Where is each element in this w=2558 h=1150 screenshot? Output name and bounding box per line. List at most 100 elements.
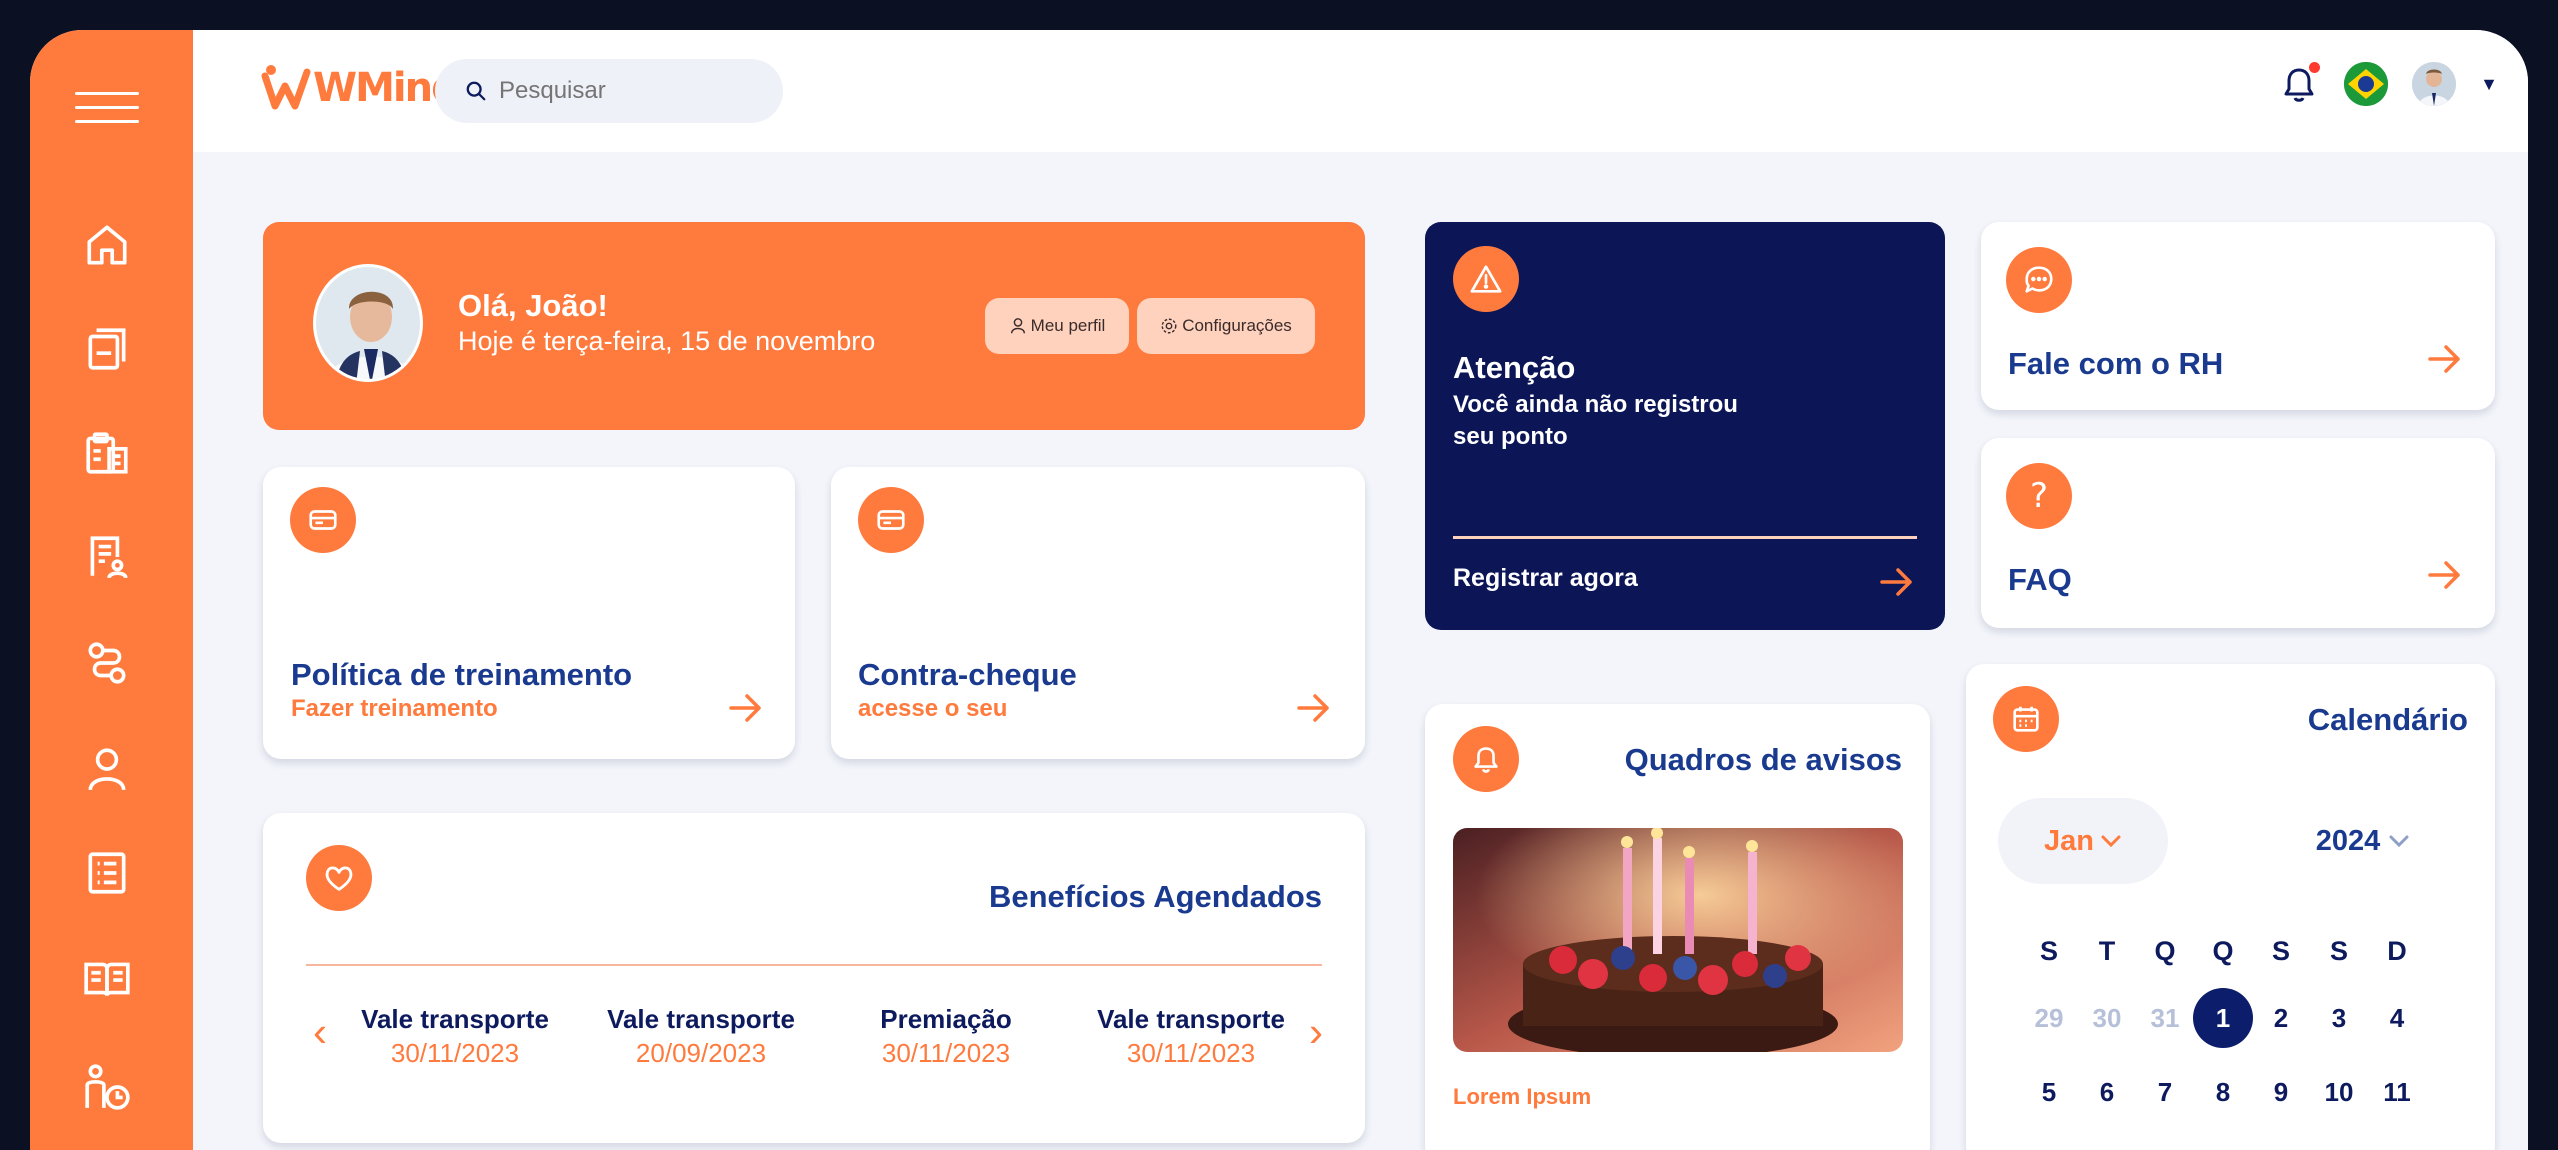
weekday-label: D xyxy=(2387,936,2407,966)
weekday-label: S xyxy=(2271,936,2290,966)
documents-icon[interactable] xyxy=(80,322,134,376)
register-now-link[interactable]: Registrar agora xyxy=(1453,564,1638,593)
logo[interactable]: WMind xyxy=(261,58,460,118)
notice-board-title: Quadros de avisos xyxy=(1624,742,1902,777)
card-subtitle: Fazer treinamento xyxy=(291,695,498,722)
calendar-title: Calendário xyxy=(2307,702,2468,737)
calendar-day[interactable]: 6 xyxy=(2077,1062,2137,1122)
arrow-right-icon[interactable] xyxy=(1297,693,1331,723)
current-date: Hoje é terça-feira, 15 de novembro xyxy=(458,326,876,356)
training-policy-card[interactable]: Política de treinamento Fazer treinament… xyxy=(263,467,795,759)
calendar-day[interactable]: 31 xyxy=(2135,988,2195,1048)
year-value: 2024 xyxy=(2315,824,2381,857)
weekday-label: T xyxy=(2098,936,2116,966)
calendar-icon xyxy=(1993,686,2059,752)
notifications-button[interactable] xyxy=(2278,62,2321,106)
search-input[interactable] xyxy=(499,77,749,105)
arrow-right-icon[interactable] xyxy=(729,693,763,723)
home-icon[interactable] xyxy=(80,218,134,272)
weekday-label: Q xyxy=(2212,936,2234,966)
chat-icon xyxy=(2006,247,2072,313)
card-title: Política de treinamento xyxy=(291,657,633,692)
brazil-flag-icon[interactable] xyxy=(2344,62,2389,106)
benefit-item[interactable]: Vale transporte 30/11/2023 xyxy=(345,1004,565,1069)
card-subtitle: acesse o seu xyxy=(858,695,1008,722)
bell-icon xyxy=(1453,726,1519,792)
sidebar xyxy=(30,30,193,1150)
calendar-day[interactable]: 10 xyxy=(2309,1062,2369,1122)
divider xyxy=(1453,536,1917,539)
welcome-banner: Olá, João! Hoje é terça-feira, 15 de nov… xyxy=(263,222,1365,430)
gear-icon xyxy=(1161,318,1177,334)
faq-title: FAQ xyxy=(2008,562,2072,597)
calendar-day[interactable]: 30 xyxy=(2077,988,2137,1048)
year-select[interactable]: 2024 xyxy=(2288,798,2438,884)
benefit-name: Premiação xyxy=(880,1004,1012,1034)
weekday-label: S xyxy=(2039,936,2058,966)
menu-icon[interactable] xyxy=(75,92,139,126)
birthday-cake-image[interactable] xyxy=(1453,828,1903,1052)
calendar-day[interactable]: 11 xyxy=(2367,1062,2427,1122)
calendar-day[interactable]: 2 xyxy=(2251,988,2311,1048)
benefit-date: 30/11/2023 xyxy=(390,1038,520,1068)
payslip-card[interactable]: Contra-cheque acesse o seu xyxy=(831,467,1365,759)
book-icon[interactable] xyxy=(80,952,134,1006)
top-right-controls: ▼ xyxy=(2278,62,2498,106)
report-user-icon[interactable] xyxy=(80,530,134,584)
calendar-day[interactable]: 9 xyxy=(2251,1062,2311,1122)
chevron-right-icon[interactable]: › xyxy=(1309,1008,1323,1056)
chevron-left-icon[interactable]: ‹ xyxy=(313,1008,327,1056)
calendar-day[interactable]: 29 xyxy=(2019,988,2079,1048)
user-avatar[interactable] xyxy=(2412,62,2457,106)
benefit-date: 30/11/2023 xyxy=(1126,1038,1256,1068)
notice-preview[interactable]: Lorem Ipsum xyxy=(1453,1084,1591,1110)
divider xyxy=(306,964,1322,966)
benefit-item[interactable]: Vale transporte 20/09/2023 xyxy=(591,1004,811,1069)
card-icon xyxy=(290,487,356,553)
benefit-item[interactable]: Premiação 30/11/2023 xyxy=(836,1004,1056,1069)
arrow-right-icon[interactable] xyxy=(2428,344,2462,374)
arrow-right-icon[interactable] xyxy=(2428,560,2462,590)
settings-button[interactable]: Configurações xyxy=(1137,298,1315,354)
my-profile-button[interactable]: Meu perfil xyxy=(985,298,1129,354)
user-icon[interactable] xyxy=(80,742,134,796)
contact-hr-title: Fale com o RH xyxy=(2008,346,2224,381)
calendar-day-selected[interactable]: 1 xyxy=(2193,988,2253,1048)
calendar-day[interactable]: 4 xyxy=(2367,988,2427,1048)
notice-board-card: Quadros de avisos Lorem Ipsum xyxy=(1425,704,1930,1150)
calendar-day[interactable]: 3 xyxy=(2309,988,2369,1048)
contact-hr-card[interactable]: Fale com o RH xyxy=(1981,222,2495,410)
help-icon: ? xyxy=(2006,463,2072,529)
logo-mark-icon xyxy=(261,65,311,110)
my-profile-label: Meu perfil xyxy=(1030,316,1106,335)
benefit-name: Vale transporte xyxy=(607,1004,795,1034)
heart-icon xyxy=(306,845,372,911)
benefit-item[interactable]: Vale transporte 30/11/2023 xyxy=(1081,1004,1301,1069)
list-icon[interactable] xyxy=(80,846,134,900)
scheduled-benefits-card: Benefícios Agendados xyxy=(263,813,1365,1143)
attention-alert-card: Atenção Você ainda não registrou seu pon… xyxy=(1425,222,1945,630)
benefit-date: 30/11/2023 xyxy=(881,1038,1011,1068)
benefits-title: Benefícios Agendados xyxy=(988,879,1322,914)
calendar-day[interactable]: 5 xyxy=(2019,1062,2079,1122)
month-select[interactable]: Jan xyxy=(1998,798,2168,884)
chevron-down-icon xyxy=(2389,835,2409,848)
calendar-day[interactable]: 7 xyxy=(2135,1062,2195,1122)
route-icon[interactable] xyxy=(80,636,134,690)
chevron-down-icon[interactable]: ▼ xyxy=(2480,74,2498,95)
card-icon xyxy=(858,487,924,553)
arrow-right-icon[interactable] xyxy=(1879,567,1915,597)
chevron-down-icon xyxy=(2101,835,2121,848)
search-bar[interactable] xyxy=(435,59,783,123)
greeting: Olá, João! xyxy=(458,288,608,323)
faq-card[interactable]: ? FAQ xyxy=(1981,438,2495,628)
app-window: WMind ▼ Olá, João! Hoje é terça-feira, 1… xyxy=(30,30,2528,1150)
benefit-name: Vale transporte xyxy=(361,1004,549,1034)
calendar-day[interactable]: 8 xyxy=(2193,1062,2253,1122)
clipboard-building-icon[interactable] xyxy=(80,426,134,480)
weekday-label: Q xyxy=(2154,936,2176,966)
team-schedule-icon[interactable] xyxy=(80,1060,134,1114)
user-icon xyxy=(1010,318,1025,334)
benefit-date: 20/09/2023 xyxy=(635,1038,767,1068)
warning-icon xyxy=(1453,246,1519,312)
